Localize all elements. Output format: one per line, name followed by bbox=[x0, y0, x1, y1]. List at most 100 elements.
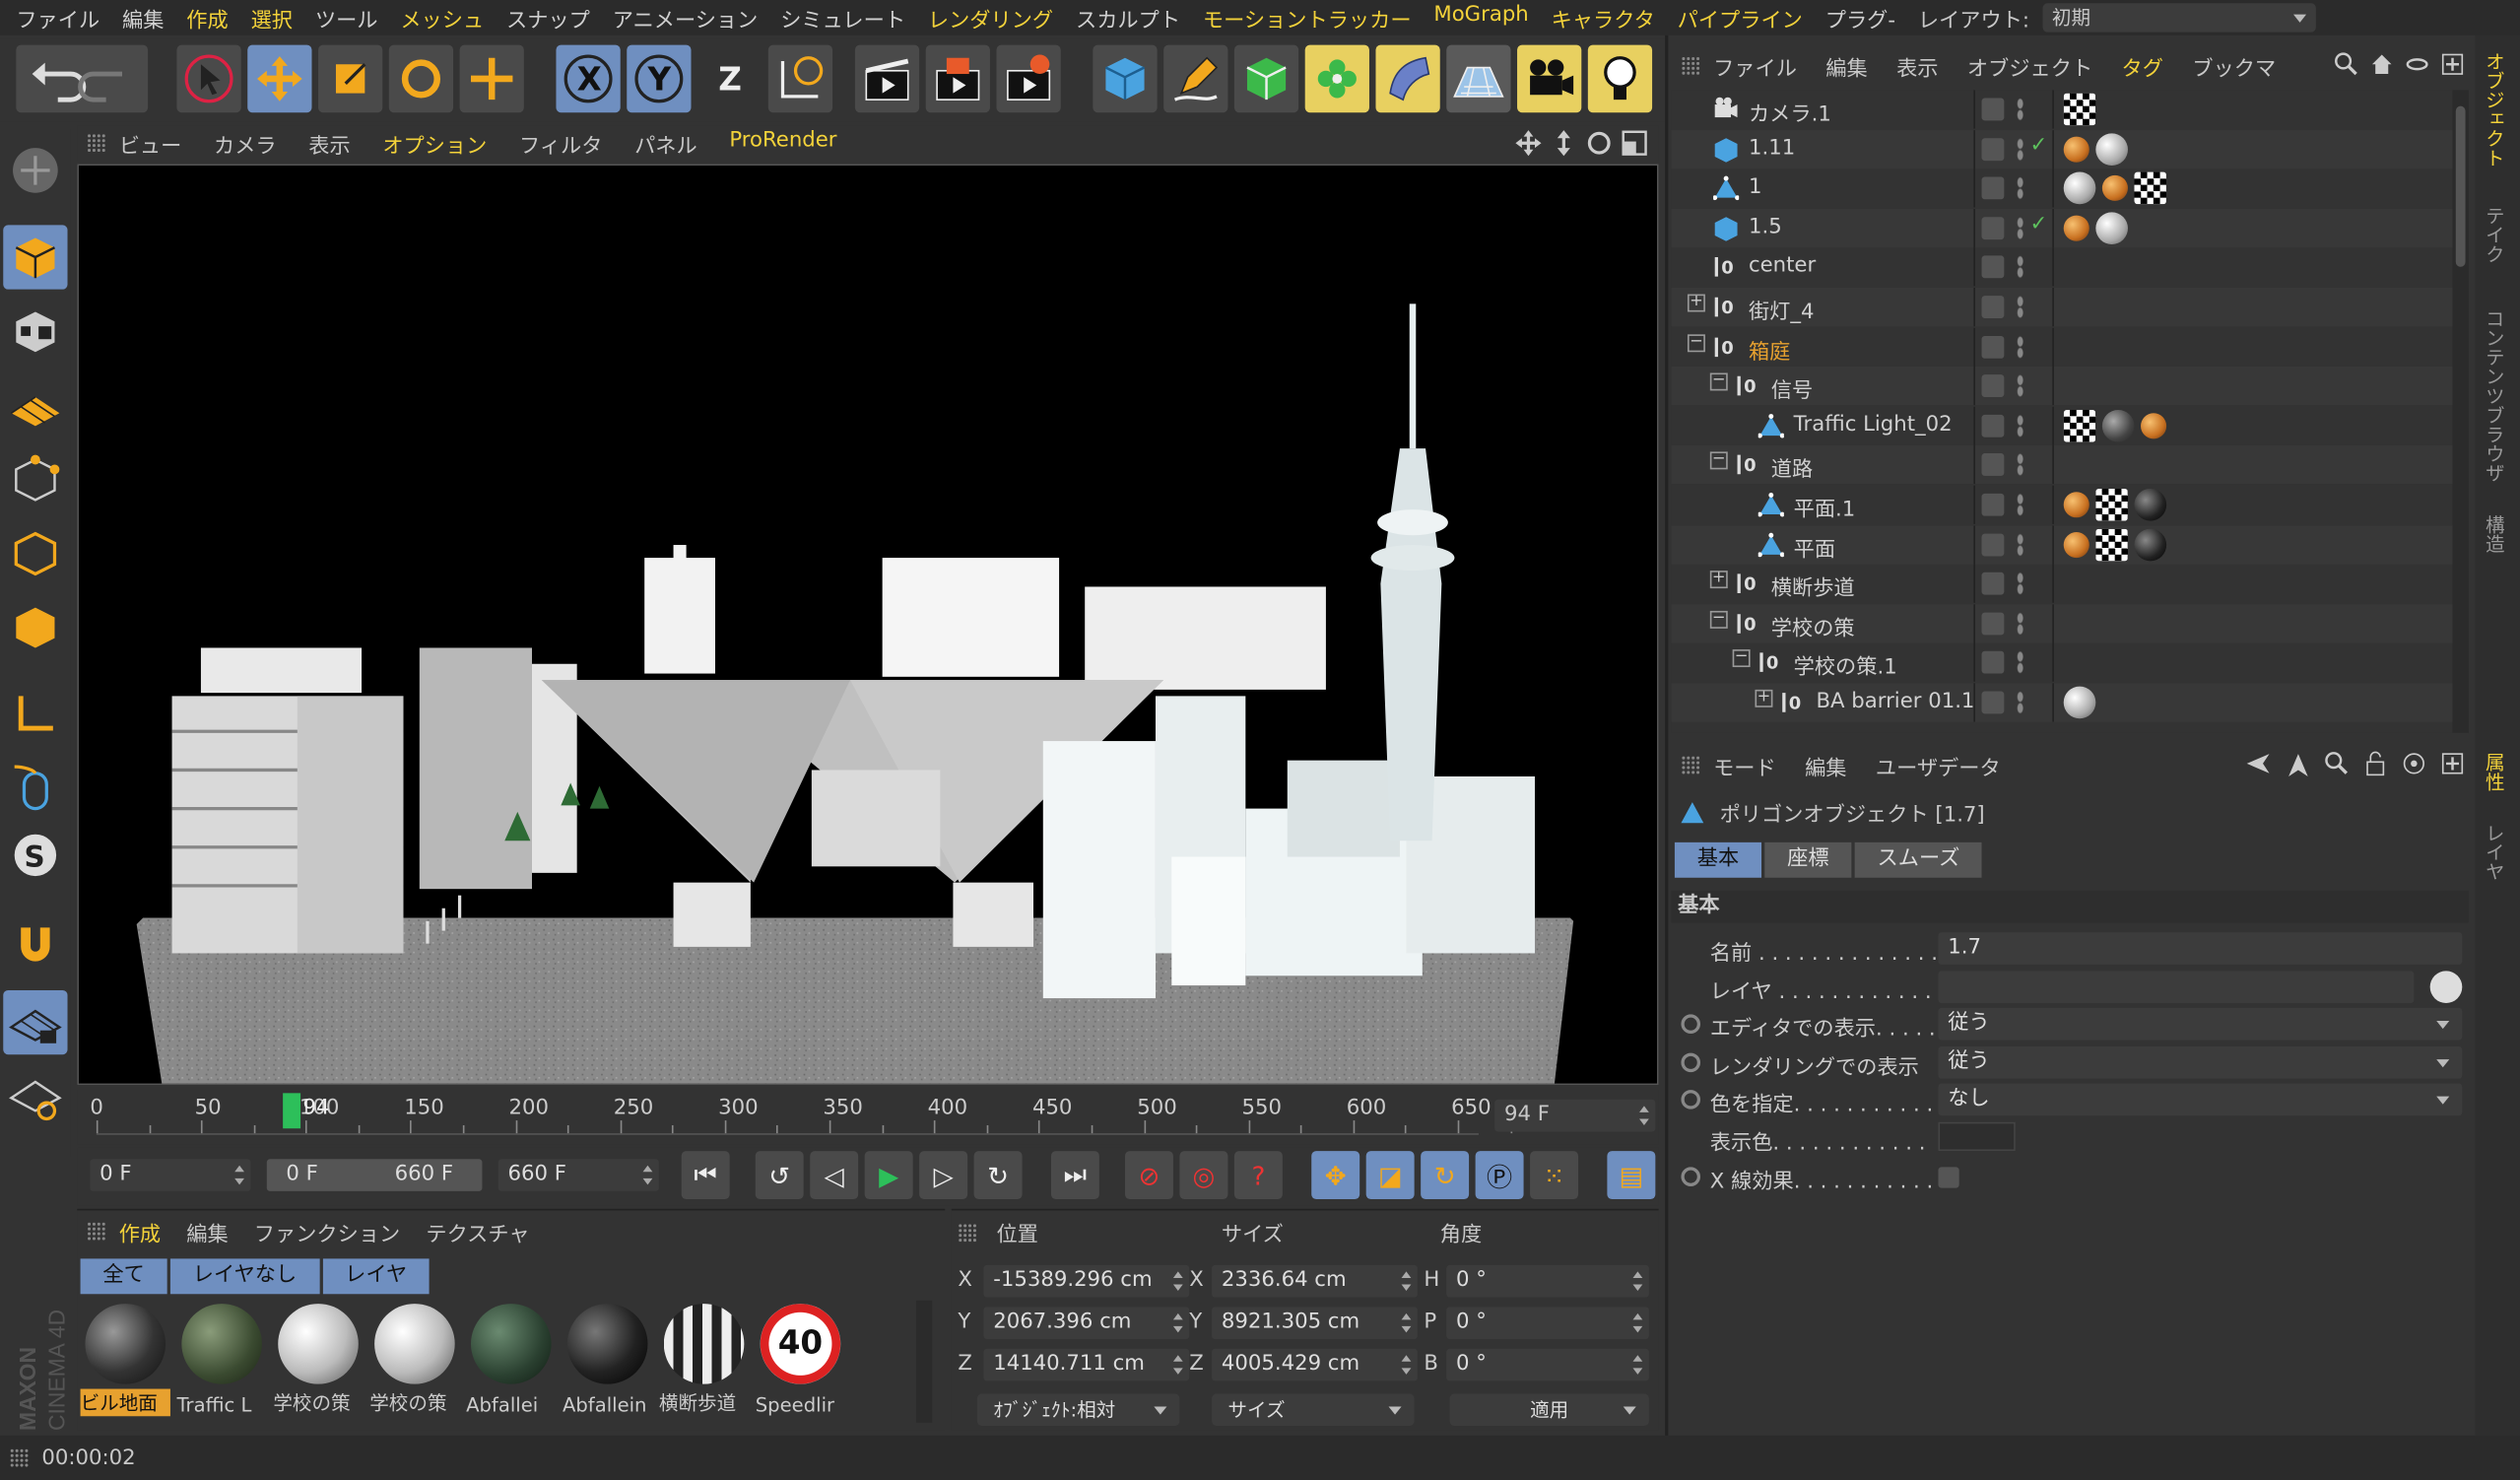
menu-item[interactable]: キャラクタ bbox=[1552, 2, 1655, 33]
panel-grip-icon[interactable] bbox=[958, 1223, 977, 1244]
material-tag-icon[interactable] bbox=[2063, 171, 2096, 205]
visibility-dots-icon[interactable] bbox=[2017, 612, 2023, 636]
menu-item[interactable]: モーショントラッカー bbox=[1203, 2, 1412, 33]
menu-item[interactable]: 選択 bbox=[251, 2, 293, 33]
angle-field[interactable]: 0 ° bbox=[1446, 1307, 1649, 1339]
collapse-icon[interactable]: − bbox=[1709, 451, 1728, 471]
visibility-dots-icon[interactable] bbox=[2017, 216, 2023, 239]
collapse-icon[interactable]: − bbox=[1687, 333, 1705, 352]
object-row[interactable]: 1.5 ✓ bbox=[1671, 208, 2453, 247]
spinner-icon[interactable] bbox=[1172, 1312, 1183, 1333]
layer-toggle[interactable] bbox=[1981, 691, 2005, 714]
material-swatch[interactable]: 横断歩道 bbox=[659, 1301, 749, 1420]
material-menu-item[interactable]: 作成 bbox=[119, 1216, 161, 1246]
xray-checkbox[interactable] bbox=[1938, 1166, 1959, 1187]
layer-toggle[interactable] bbox=[1981, 493, 2005, 516]
layer-toggle[interactable] bbox=[1981, 137, 2005, 161]
floor-button[interactable] bbox=[1446, 44, 1511, 113]
phong-tag-icon[interactable] bbox=[2063, 215, 2089, 241]
go-to-start-button[interactable]: ⏮ bbox=[681, 1151, 730, 1200]
layer-toggle[interactable] bbox=[1981, 98, 2005, 121]
side-tab[interactable]: コンテンツブラウザ bbox=[2482, 308, 2509, 482]
object-row[interactable]: 1.11 ✓ bbox=[1671, 129, 2453, 168]
object-row[interactable]: Traffic Light_02 bbox=[1672, 406, 2453, 445]
model-mode-button[interactable] bbox=[3, 225, 68, 290]
end-frame-field[interactable]: 660 F bbox=[497, 1159, 659, 1191]
visibility-dots-icon[interactable] bbox=[2017, 453, 2023, 477]
scale-tool-button[interactable] bbox=[318, 44, 383, 113]
object-row[interactable]: −0 道路 bbox=[1671, 445, 2453, 485]
timeline-window-button[interactable]: ▤ bbox=[1607, 1151, 1656, 1200]
texture-mode-button[interactable] bbox=[3, 299, 67, 363]
material-swatch[interactable]: Abfallein bbox=[563, 1301, 652, 1420]
object-row[interactable]: +0 横断歩道 bbox=[1672, 564, 2453, 604]
workplane-mode-button[interactable] bbox=[3, 372, 67, 437]
object-row[interactable]: −0 箱庭 bbox=[1672, 327, 2453, 367]
snap-button[interactable] bbox=[3, 913, 67, 977]
texture-tag-icon[interactable] bbox=[2134, 171, 2167, 205]
zoom-view-icon[interactable] bbox=[1550, 129, 1578, 158]
material-swatch[interactable]: ビル地面 bbox=[80, 1301, 170, 1420]
menu-item[interactable]: 作成 bbox=[186, 2, 228, 33]
material-menu-item[interactable]: 編集 bbox=[186, 1216, 228, 1246]
panel-grip-icon[interactable] bbox=[87, 1221, 106, 1242]
phong-tag-icon[interactable] bbox=[2101, 175, 2128, 202]
viewport-menu-item[interactable]: ビュー bbox=[119, 128, 182, 158]
menu-item[interactable]: プラグ- bbox=[1825, 2, 1895, 33]
material-swatch[interactable]: 40 Speedlir bbox=[756, 1301, 845, 1420]
spinner-icon[interactable] bbox=[1639, 1106, 1649, 1125]
material-tag-icon[interactable] bbox=[2134, 488, 2167, 521]
menu-item[interactable]: ファイル bbox=[16, 2, 99, 33]
lock-icon[interactable] bbox=[2362, 751, 2388, 776]
x-axis-button[interactable]: X bbox=[556, 44, 621, 113]
side-tab[interactable]: テイク bbox=[2482, 206, 2509, 264]
layer-toggle[interactable] bbox=[1981, 176, 2005, 200]
attribute-select[interactable]: なし bbox=[1938, 1084, 2463, 1116]
autokey-button[interactable]: ◎ bbox=[1179, 1151, 1228, 1200]
side-tab[interactable]: 構造 bbox=[2482, 514, 2509, 553]
angle-field[interactable]: 0 ° bbox=[1446, 1264, 1649, 1298]
animate-radio[interactable] bbox=[1681, 1052, 1701, 1072]
layer-picker-icon[interactable] bbox=[2429, 970, 2463, 1003]
home-icon[interactable] bbox=[2369, 51, 2395, 77]
tweak-mode-button[interactable] bbox=[3, 756, 67, 820]
spinner-icon[interactable] bbox=[234, 1165, 244, 1185]
key-pla-button[interactable]: ⁙ bbox=[1530, 1151, 1579, 1200]
visibility-dots-icon[interactable] bbox=[2017, 176, 2023, 200]
new-panel-icon[interactable] bbox=[2439, 751, 2465, 776]
attribute-select[interactable]: 従う bbox=[1938, 1008, 2463, 1041]
phong-tag-icon[interactable] bbox=[2141, 412, 2167, 439]
viewport-menu-item[interactable]: フィルタ bbox=[519, 128, 602, 158]
layer-toggle[interactable] bbox=[1981, 374, 2005, 398]
panel-grip-icon[interactable] bbox=[87, 133, 106, 153]
make-editable-button[interactable] bbox=[3, 138, 67, 202]
play-button[interactable]: ▶ bbox=[864, 1151, 913, 1200]
solo-button[interactable]: S bbox=[3, 823, 67, 887]
collapse-icon[interactable]: − bbox=[1709, 372, 1728, 391]
texture-tag-icon[interactable] bbox=[2063, 409, 2096, 442]
locked-workplane-button[interactable] bbox=[3, 1064, 67, 1128]
expand-icon[interactable]: + bbox=[1755, 689, 1773, 707]
frame-range-slider[interactable]: 0 F 660 F bbox=[266, 1159, 483, 1191]
render-picture-viewer-button[interactable] bbox=[925, 44, 990, 113]
menu-item[interactable]: レンダリング bbox=[928, 2, 1053, 33]
menu-item[interactable]: スカルプト bbox=[1076, 2, 1180, 33]
display-color-swatch[interactable] bbox=[1938, 1121, 2016, 1152]
spinner-icon[interactable] bbox=[1172, 1271, 1183, 1292]
attribute-menu-item[interactable]: モード bbox=[1713, 750, 1776, 780]
object-row[interactable]: −0 学校の策.1 bbox=[1672, 643, 2453, 683]
material-menu-item[interactable]: テクスチャ bbox=[426, 1216, 529, 1246]
enabled-check-icon[interactable]: ✓ bbox=[2029, 212, 2047, 235]
light-button[interactable] bbox=[1587, 44, 1653, 113]
search-icon[interactable] bbox=[2334, 51, 2359, 77]
spinner-icon[interactable] bbox=[1401, 1271, 1412, 1292]
transform-tool-button[interactable] bbox=[459, 44, 524, 113]
position-field[interactable]: 2067.396 cm bbox=[983, 1307, 1190, 1339]
collapse-icon[interactable]: − bbox=[1732, 649, 1751, 668]
attribute-menu-item[interactable]: 編集 bbox=[1805, 750, 1846, 780]
back-arrow-icon[interactable] bbox=[2243, 751, 2272, 776]
spinner-icon[interactable] bbox=[1172, 1355, 1183, 1375]
object-row[interactable]: 平面.1 bbox=[1672, 485, 2453, 524]
key-rotation-button[interactable]: ↻ bbox=[1421, 1151, 1470, 1200]
mograph-cloner-button[interactable] bbox=[1304, 44, 1369, 113]
